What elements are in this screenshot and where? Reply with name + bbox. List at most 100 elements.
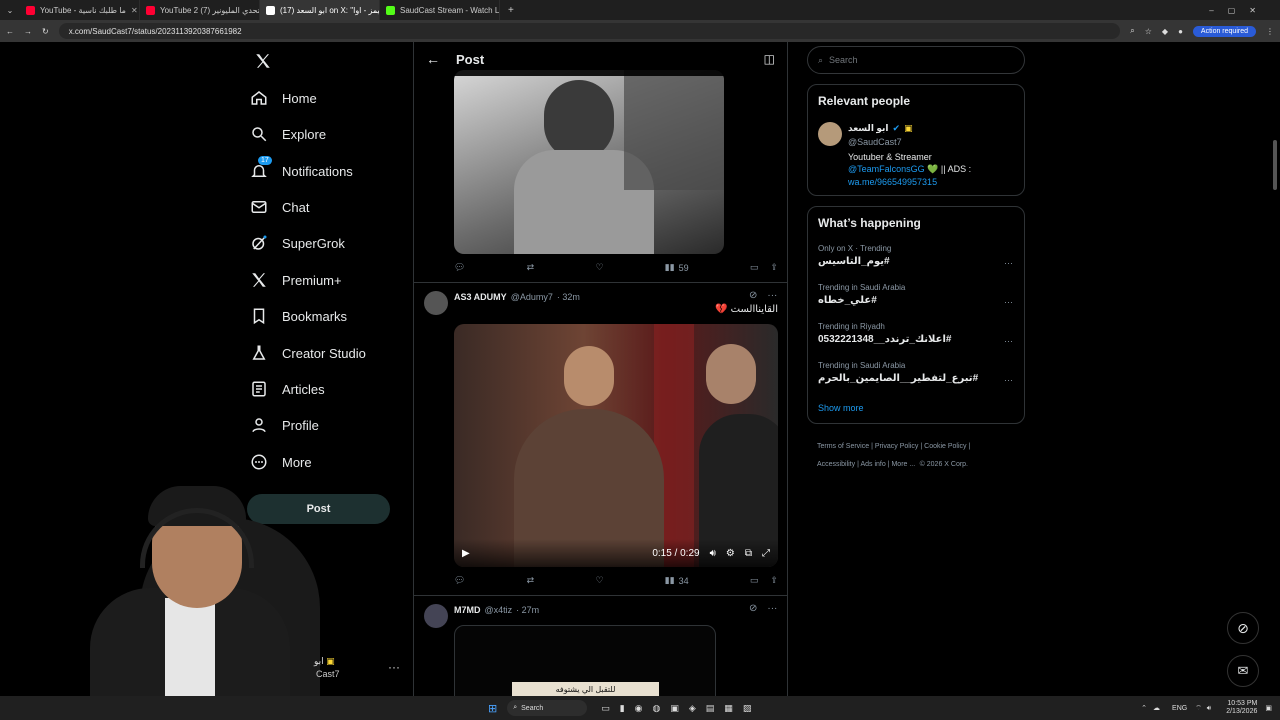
- post-time[interactable]: · 32m: [557, 292, 580, 302]
- post-time[interactable]: · 27m: [516, 605, 539, 615]
- play-icon[interactable]: ▶: [462, 548, 470, 559]
- nav-premium[interactable]: Premium+: [250, 268, 342, 292]
- views-stat[interactable]: ▮▮ 34: [665, 575, 689, 586]
- views-stat[interactable]: ▮▮ 59: [665, 262, 689, 273]
- bookmark-star-icon[interactable]: ☆: [1145, 27, 1152, 36]
- nav-notifications[interactable]: 17 Notifications: [250, 156, 353, 183]
- share-icon[interactable]: ⇪: [770, 262, 778, 273]
- privacy-link[interactable]: Privacy Policy: [875, 443, 919, 450]
- nav-profile[interactable]: Profile: [250, 413, 319, 437]
- author-handle[interactable]: @Adumy7: [511, 292, 553, 302]
- author-handle[interactable]: @x4tiz: [485, 605, 513, 615]
- more-icon[interactable]: ···: [767, 290, 777, 301]
- cookie-link[interactable]: Cookie Policy: [924, 443, 966, 450]
- accessibility-link[interactable]: Accessibility: [817, 461, 855, 468]
- reader-mode-icon[interactable]: ◫: [764, 52, 775, 66]
- nav-home[interactable]: Home: [250, 86, 317, 110]
- avatar[interactable]: [424, 291, 448, 315]
- url-field[interactable]: x.com/SaudCast7/status/20231139203876619…: [58, 23, 1121, 39]
- views-count: 34: [678, 575, 689, 586]
- footer-links: Terms of Service | Privacy Policy | Cook…: [817, 436, 1027, 472]
- volume-icon[interactable]: 🔊︎: [710, 548, 716, 559]
- grok-floating-button[interactable]: ⊘: [1227, 612, 1259, 644]
- new-tab-button[interactable]: +: [500, 5, 522, 16]
- action-required-button[interactable]: Action required: [1192, 25, 1256, 37]
- like-icon[interactable]: ♡: [595, 575, 603, 586]
- nav-chat[interactable]: Chat: [250, 195, 309, 219]
- zoom-icon[interactable]: ⌕: [1130, 26, 1134, 36]
- tab-youtube-1[interactable]: YouTube - ما طلبك ناسية ✕: [20, 0, 140, 20]
- taskbar-apps[interactable]: ▭▮◉◍▣◈▤▦▨: [601, 703, 761, 714]
- show-more-link[interactable]: Show more: [818, 403, 864, 413]
- ads-info-link[interactable]: Ads info: [860, 461, 885, 468]
- trend-item[interactable]: Only on X · Trending #يوم_التاسيس: [818, 244, 1016, 267]
- trend-more-icons[interactable]: ··· ··· ··· ···: [1004, 244, 1013, 400]
- bio-line: Youtuber & Streamer: [848, 152, 932, 162]
- bio-mention-link[interactable]: @TeamFalconsGG: [848, 164, 925, 174]
- close-icon[interactable]: ✕: [131, 6, 138, 15]
- tab-menu-icon[interactable]: ⌄: [0, 6, 20, 15]
- nav-supergrok[interactable]: SuperGrok: [250, 231, 345, 255]
- author-name[interactable]: AS3 ADUMY: [454, 292, 507, 302]
- bookmark-icon[interactable]: ▭: [750, 575, 759, 586]
- divider: [414, 282, 787, 283]
- reload-icon[interactable]: ↻: [42, 27, 49, 36]
- person-name-row[interactable]: ابو السعد ✔ ▣: [848, 123, 913, 134]
- forward-icon[interactable]: →: [24, 27, 32, 36]
- input-language[interactable]: ENG: [1172, 705, 1187, 712]
- repost-icon[interactable]: ⇄: [527, 575, 535, 586]
- network-volume-icons[interactable]: ⌔🔊︎: [1195, 704, 1216, 713]
- clock[interactable]: 10:53 PM 2/13/2026: [1226, 700, 1257, 716]
- video-player[interactable]: ▶ 0:15 / 0:29 🔊︎ ⚙ ⧉ ⤢: [454, 324, 778, 567]
- bio-link[interactable]: wa.me/966549957315: [848, 177, 937, 187]
- windows-start-icon[interactable]: ⊞: [488, 702, 497, 715]
- search-input[interactable]: ⌕ Search: [807, 46, 1025, 74]
- system-tray-icons[interactable]: ⌃☁: [1141, 704, 1166, 712]
- settings-icon[interactable]: ⚙: [726, 548, 735, 559]
- person-handle[interactable]: @SaudCast7: [848, 137, 902, 147]
- nav-bookmarks[interactable]: Bookmarks: [250, 304, 347, 328]
- tab-saudcast[interactable]: SaudCast Stream - Watch Live ...✕: [380, 0, 500, 20]
- trend-item[interactable]: Trending in Saudi Arabia #تبرع_لتفطير__ا…: [818, 361, 1016, 384]
- grok-icon[interactable]: ⊘: [749, 290, 757, 301]
- avatar[interactable]: [424, 604, 448, 628]
- post-image[interactable]: [454, 70, 724, 254]
- window-controls[interactable]: –▢✕: [1209, 6, 1280, 15]
- like-icon[interactable]: ♡: [595, 262, 603, 273]
- extensions-icon[interactable]: ◆: [1162, 27, 1168, 36]
- post-media[interactable]: للتقبل الي يشتوفه: [454, 625, 716, 696]
- x-logo-icon[interactable]: [254, 52, 272, 75]
- account-more-icon[interactable]: ···: [388, 660, 400, 674]
- profile-icon[interactable]: ●: [1178, 27, 1183, 36]
- reply-icon[interactable]: 💬︎: [454, 262, 465, 273]
- taskbar-search[interactable]: ⌕ Search: [507, 700, 588, 716]
- nav-explore[interactable]: Explore: [250, 122, 326, 146]
- repost-icon[interactable]: ⇄: [527, 262, 535, 273]
- nav-more[interactable]: More: [250, 450, 312, 474]
- menu-icon[interactable]: ⋮: [1266, 27, 1274, 36]
- grok-icon[interactable]: ⊘: [749, 603, 757, 614]
- account-name[interactable]: ابو ▣: [314, 656, 335, 667]
- notification-center-icon[interactable]: ▣: [1265, 704, 1272, 712]
- author-name[interactable]: M7MD: [454, 605, 481, 615]
- avatar[interactable]: [818, 122, 842, 146]
- footer-more-link[interactable]: More ...: [891, 461, 915, 468]
- back-icon[interactable]: ←: [6, 27, 14, 36]
- share-icon[interactable]: ⇪: [770, 575, 778, 586]
- nav-creator-studio[interactable]: Creator Studio: [250, 341, 366, 365]
- page-scrollbar[interactable]: [1273, 140, 1277, 190]
- trend-item[interactable]: Trending in Riyadh #اعلانك_ترندد__053222…: [818, 322, 1016, 345]
- fullscreen-icon[interactable]: ⤢: [762, 548, 770, 559]
- pip-icon[interactable]: ⧉: [745, 548, 752, 559]
- bookmark-icon[interactable]: ▭: [750, 262, 759, 273]
- nav-articles[interactable]: Articles: [250, 377, 325, 401]
- tab-x-post[interactable]: (17) ابو السعد on X: "ميمز - اوا...✕: [260, 0, 380, 20]
- back-arrow-icon[interactable]: ←: [426, 51, 440, 67]
- terms-link[interactable]: Terms of Service: [817, 443, 869, 450]
- trend-item[interactable]: Trending in Saudi Arabia #علي_خطاه: [818, 283, 1016, 306]
- reply-icon[interactable]: 💬︎: [454, 575, 465, 586]
- tab-youtube-2[interactable]: YouTube 2 (7) تحدي المليونير✕: [140, 0, 260, 20]
- more-icon[interactable]: ···: [767, 603, 777, 614]
- messages-floating-button[interactable]: ✉: [1227, 655, 1259, 687]
- nav-explore-label: Explore: [282, 126, 327, 142]
